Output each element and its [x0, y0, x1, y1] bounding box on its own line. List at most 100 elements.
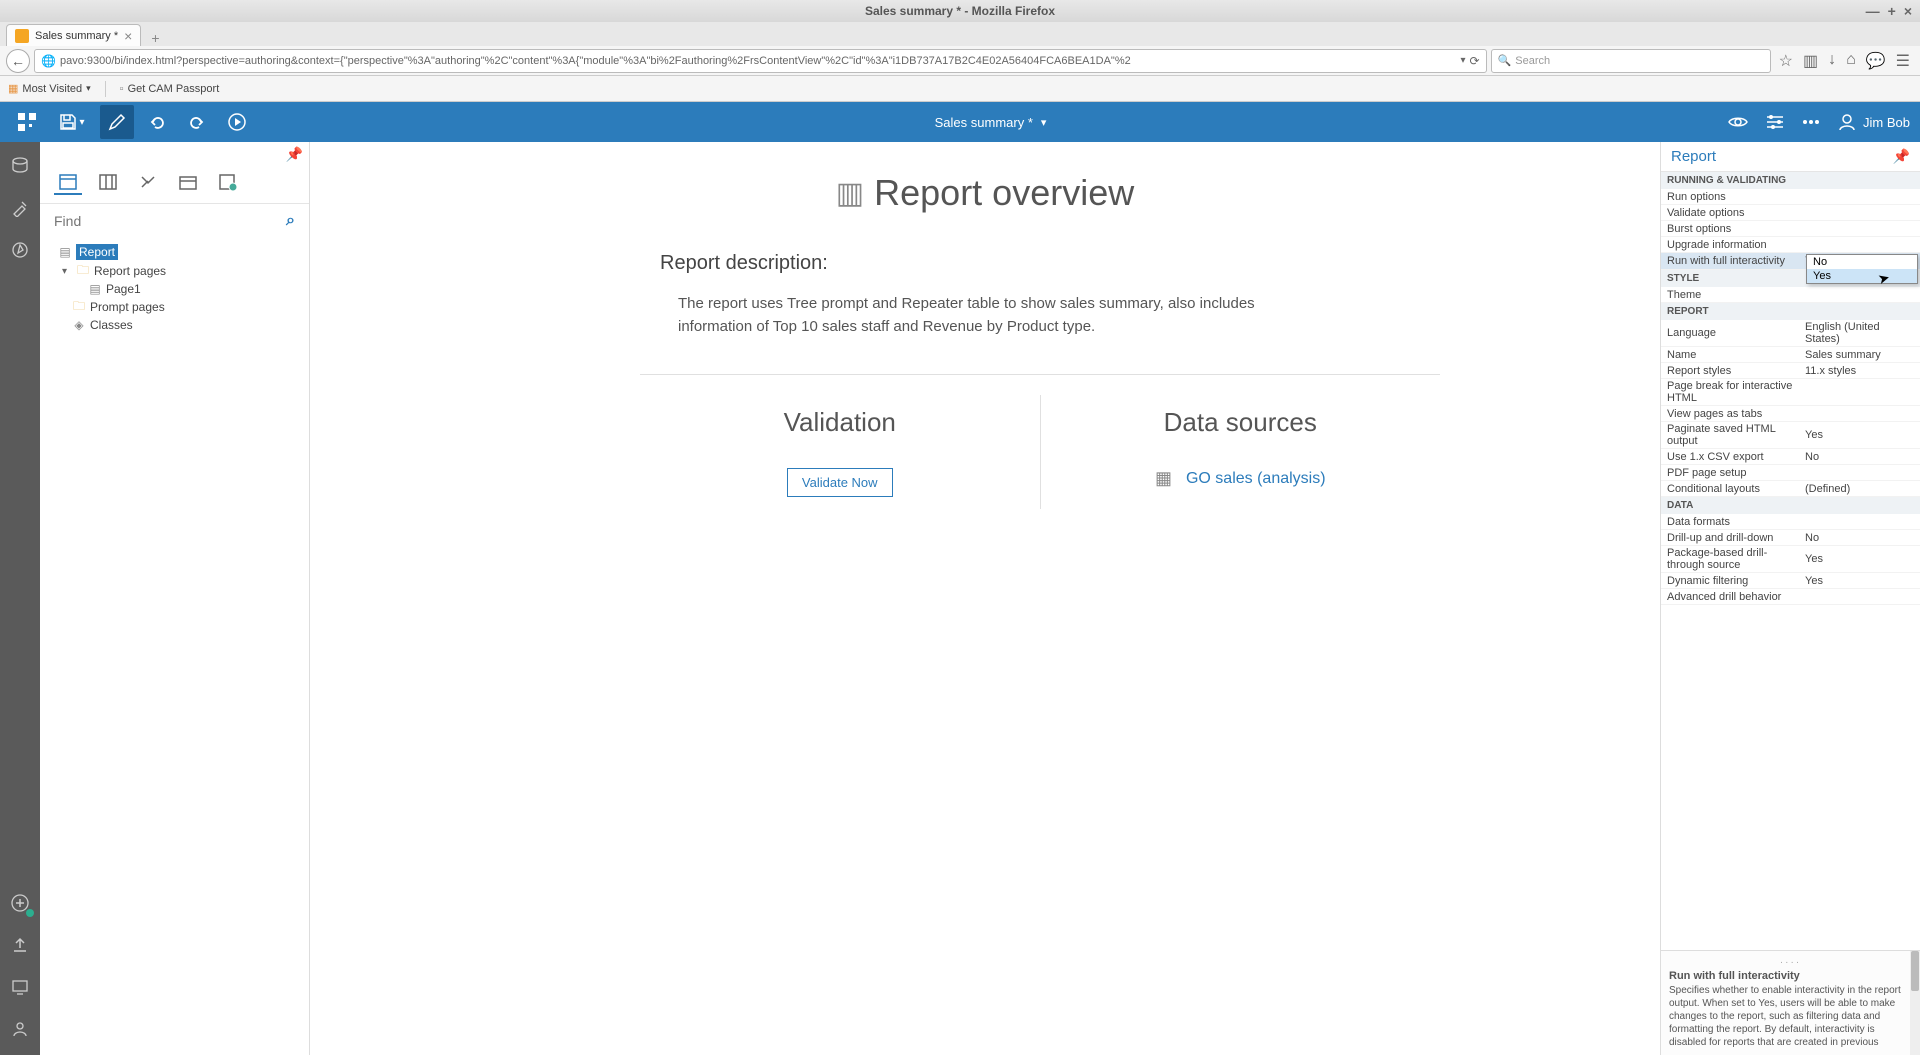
undo-button[interactable] — [140, 105, 174, 139]
tree-item-prompt-pages[interactable]: 🗀 Prompt pages — [58, 298, 301, 316]
search-icon[interactable]: ⌕ — [286, 212, 295, 230]
tools-icon[interactable] — [8, 196, 32, 220]
prop-pkg-drill[interactable]: Package-based drill-through sourceYes — [1661, 546, 1920, 573]
url-bar[interactable]: 🌐 pavo:9300/bi/index.html?perspective=au… — [34, 49, 1487, 73]
new-tab-button[interactable]: + — [145, 30, 165, 46]
search-placeholder: Search — [1515, 55, 1550, 67]
report-overview-icon: ▥ — [836, 176, 864, 211]
save-button[interactable]: ▾ — [50, 105, 94, 139]
description-label: Report description: — [660, 252, 1660, 275]
prop-adv-drill[interactable]: Advanced drill behavior — [1661, 589, 1920, 605]
prop-conditional[interactable]: Conditional layouts(Defined) — [1661, 481, 1920, 497]
prop-name[interactable]: NameSales summary — [1661, 347, 1920, 363]
reload-icon[interactable]: ⟳ — [1470, 54, 1480, 68]
validate-button[interactable]: Validate Now — [787, 468, 893, 497]
prop-pdf-setup[interactable]: PDF page setup — [1661, 465, 1920, 481]
prop-report-styles[interactable]: Report styles11.x styles — [1661, 363, 1920, 379]
bookmark-label: Most Visited — [22, 83, 82, 95]
more-icon[interactable] — [1801, 112, 1821, 132]
chevron-down-icon[interactable]: ▾ — [1041, 116, 1047, 129]
view-tab-columns[interactable] — [94, 171, 122, 195]
prop-view-pages-tabs[interactable]: View pages as tabs — [1661, 406, 1920, 422]
validation-heading: Validation — [680, 407, 1000, 438]
prop-csv-export[interactable]: Use 1.x CSV exportNo — [1661, 449, 1920, 465]
prop-data-formats[interactable]: Data formats — [1661, 514, 1920, 530]
pin-icon[interactable]: 📌 — [1893, 148, 1910, 165]
view-tab-variables[interactable] — [214, 171, 242, 195]
settings-icon[interactable] — [1765, 112, 1785, 132]
nav-back-button[interactable]: ← — [6, 49, 30, 73]
home-icon[interactable]: ⌂ — [1846, 51, 1856, 71]
tree-label: Report — [76, 244, 118, 260]
menu-icon[interactable]: ☰ — [1896, 51, 1910, 71]
data-source-name: GO sales (analysis) — [1186, 470, 1326, 488]
prop-page-break[interactable]: Page break for interactive HTML — [1661, 379, 1920, 406]
document-title: Sales summary * — [935, 115, 1033, 130]
prop-drill-up-down[interactable]: Drill-up and drill-downNo — [1661, 530, 1920, 546]
browser-tab[interactable]: Sales summary * × — [6, 24, 141, 46]
tree-item-page1[interactable]: ▤ Page1 — [74, 280, 301, 298]
tree-item-report-pages[interactable]: ▾ 🗀 Report pages — [58, 262, 301, 280]
downloads-icon[interactable]: ↓ — [1828, 51, 1836, 71]
maximize-icon[interactable]: + — [1888, 3, 1896, 19]
explore-icon[interactable] — [8, 238, 32, 262]
interactivity-dropdown[interactable]: No Yes — [1806, 254, 1918, 284]
bookmark-star-icon[interactable]: ☆ — [1779, 51, 1793, 71]
help-text: Specifies whether to enable interactivit… — [1669, 984, 1912, 1049]
prop-paginate[interactable]: Paginate saved HTML outputYes — [1661, 422, 1920, 449]
minimize-icon[interactable]: — — [1866, 3, 1880, 19]
view-tab-layout[interactable] — [174, 171, 202, 195]
tab-close-icon[interactable]: × — [124, 28, 132, 44]
dropdown-history-icon[interactable]: ▾ — [1461, 55, 1466, 66]
screen-icon[interactable] — [8, 975, 32, 999]
prop-upgrade-info[interactable]: Upgrade information — [1661, 237, 1920, 253]
properties-help: ···· Run with full interactivity Specifi… — [1661, 950, 1920, 1055]
redo-button[interactable] — [180, 105, 214, 139]
globe-icon: 🌐 — [41, 54, 56, 68]
tree-label: Page1 — [106, 282, 141, 296]
view-tab-pages[interactable] — [54, 171, 82, 195]
page-icon: ▤ — [88, 282, 102, 296]
data-icon[interactable] — [8, 154, 32, 178]
add-button[interactable] — [8, 891, 32, 915]
tree-item-classes[interactable]: ◈ Classes — [58, 316, 301, 334]
search-bar[interactable]: 🔍 Search — [1491, 49, 1771, 73]
prop-language[interactable]: LanguageEnglish (United States) — [1661, 320, 1920, 347]
dropdown-option-yes[interactable]: Yes — [1807, 269, 1917, 283]
find-input[interactable] — [54, 213, 278, 229]
resize-handle-icon[interactable]: ···· — [1669, 957, 1912, 968]
person-icon[interactable] — [8, 1017, 32, 1041]
prop-run-options[interactable]: Run options — [1661, 189, 1920, 205]
window-title-bar: Sales summary * - Mozilla Firefox — + × — [0, 0, 1920, 22]
upload-icon[interactable] — [8, 933, 32, 957]
report-title: Report overview — [874, 172, 1134, 214]
folder-icon: ▦ — [8, 82, 18, 95]
section-running: RUNNING & VALIDATING — [1661, 172, 1920, 189]
view-tab-query[interactable] — [134, 171, 162, 195]
window-title: Sales summary * - Mozilla Firefox — [865, 4, 1055, 18]
prop-burst-options[interactable]: Burst options — [1661, 221, 1920, 237]
chat-icon[interactable]: 💬 — [1866, 51, 1886, 71]
close-window-icon[interactable]: × — [1904, 3, 1912, 19]
left-rail — [0, 142, 40, 1055]
bookmark-cam-passport[interactable]: ▫ Get CAM Passport — [120, 83, 220, 95]
prop-validate-options[interactable]: Validate options — [1661, 205, 1920, 221]
properties-panel: Report 📌 RUNNING & VALIDATING Run option… — [1660, 142, 1920, 1055]
preview-icon[interactable] — [1727, 111, 1749, 133]
collapse-icon[interactable]: ▾ — [62, 266, 72, 277]
bookmark-most-visited[interactable]: ▦ Most Visited ▾ — [8, 82, 91, 95]
app-switcher-icon[interactable] — [10, 105, 44, 139]
dropdown-option-no[interactable]: No — [1807, 255, 1917, 269]
library-icon[interactable]: ▥ — [1803, 51, 1818, 71]
data-source-link[interactable]: ▦ GO sales (analysis) — [1155, 468, 1326, 489]
run-button[interactable] — [220, 105, 254, 139]
folder-icon: 🗀 — [76, 264, 90, 278]
prop-theme[interactable]: Theme — [1661, 287, 1920, 303]
edit-mode-button[interactable] — [100, 105, 134, 139]
prop-dynamic-filter[interactable]: Dynamic filteringYes — [1661, 573, 1920, 589]
datasource-icon: ▦ — [1155, 468, 1172, 489]
pin-icon[interactable]: 📌 — [286, 146, 303, 163]
user-menu[interactable]: Jim Bob — [1837, 112, 1910, 132]
tree-item-report[interactable]: ▤ Report — [58, 242, 301, 262]
help-scrollbar[interactable] — [1910, 951, 1920, 1055]
